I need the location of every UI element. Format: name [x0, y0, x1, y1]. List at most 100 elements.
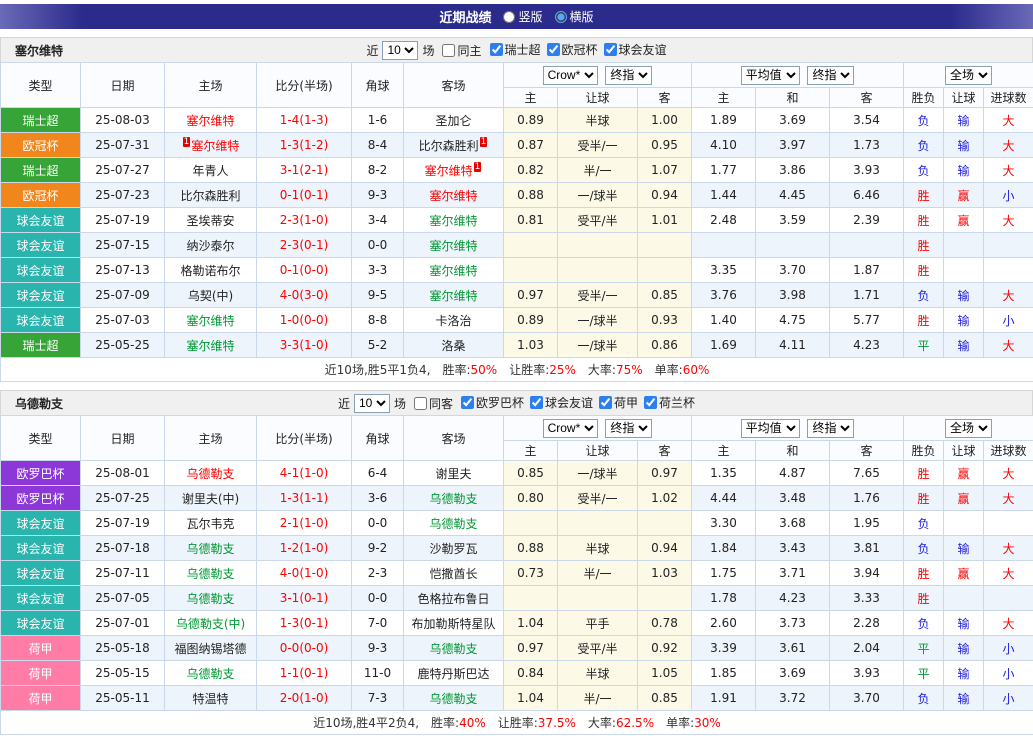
- home-team-cell[interactable]: 格勒诺布尔: [165, 258, 257, 283]
- away-team-cell[interactable]: 谢里夫: [404, 461, 504, 486]
- odds-away-cell: 1.01: [638, 208, 692, 233]
- match-count-select[interactable]: 10: [354, 394, 390, 413]
- league-filter-checkbox[interactable]: 欧罗巴杯: [455, 394, 524, 411]
- goals-result-cell: [984, 511, 1033, 536]
- odds-handicap-cell: 半/一: [558, 686, 638, 711]
- home-team-cell[interactable]: 乌德勒支: [165, 461, 257, 486]
- away-team-cell[interactable]: 圣加仑: [404, 108, 504, 133]
- odds-handicap-cell: 半球: [558, 536, 638, 561]
- away-team-cell[interactable]: 卡洛治: [404, 308, 504, 333]
- league-filter-checkbox[interactable]: 瑞士超: [484, 41, 541, 58]
- away-team-cell[interactable]: 洛桑: [404, 333, 504, 358]
- odds-company-select[interactable]: Crow*: [543, 66, 598, 85]
- avg-home-cell: 1.91: [692, 686, 756, 711]
- away-team-cell[interactable]: 塞尔维特: [404, 283, 504, 308]
- away-team-cell[interactable]: 乌德勒支: [404, 686, 504, 711]
- home-team-cell[interactable]: 比尔森胜利: [165, 183, 257, 208]
- home-team-cell[interactable]: 瓦尔韦克: [165, 511, 257, 536]
- league-checkbox-input[interactable]: [547, 43, 560, 56]
- avg-stage-select[interactable]: 终指: [807, 66, 854, 85]
- away-team-cell[interactable]: 塞尔维特: [404, 258, 504, 283]
- layout-radio[interactable]: [503, 11, 515, 23]
- venue-filter-checkbox[interactable]: 同主: [436, 42, 481, 59]
- handicap-result-cell: 输: [944, 108, 984, 133]
- team-text: 谢里夫(中): [182, 492, 239, 506]
- league-checkbox-input[interactable]: [599, 396, 612, 409]
- home-team-cell[interactable]: 塞尔维特: [165, 333, 257, 358]
- away-team-cell[interactable]: 色格拉布鲁日: [404, 586, 504, 611]
- corner-cell: 6-4: [352, 461, 404, 486]
- away-team-cell[interactable]: 塞尔维特1: [404, 158, 504, 183]
- home-team-cell[interactable]: 塞尔维特: [165, 308, 257, 333]
- away-team-cell[interactable]: 乌德勒支: [404, 486, 504, 511]
- league-checkbox-input[interactable]: [530, 396, 543, 409]
- away-team-cell[interactable]: 沙勒罗瓦: [404, 536, 504, 561]
- league-filter-checkbox[interactable]: 荷甲: [593, 394, 638, 411]
- odds-company-select[interactable]: Crow*: [543, 419, 598, 438]
- league-checkbox-input[interactable]: [644, 396, 657, 409]
- avg-home-cell: 1.69: [692, 333, 756, 358]
- league-filter-checkbox[interactable]: 欧冠杯: [541, 41, 598, 58]
- goals-result-cell: 小: [984, 686, 1033, 711]
- league-checkbox-input[interactable]: [461, 396, 474, 409]
- result-col: 胜负: [904, 88, 944, 108]
- result-cell: 负: [904, 283, 944, 308]
- handicap-result-cell: 输: [944, 133, 984, 158]
- home-team-cell[interactable]: 乌契(中): [165, 283, 257, 308]
- avg-home-cell: 4.44: [692, 486, 756, 511]
- away-team-cell[interactable]: 乌德勒支: [404, 636, 504, 661]
- league-checkbox-input[interactable]: [604, 43, 617, 56]
- away-team-cell[interactable]: 恺撒酋长: [404, 561, 504, 586]
- home-team-cell[interactable]: 乌德勒支: [165, 586, 257, 611]
- layout-radio[interactable]: [555, 11, 567, 23]
- home-team-cell[interactable]: 特温特: [165, 686, 257, 711]
- odds-stage-select[interactable]: 终指: [605, 419, 652, 438]
- avg-away-cell: 1.71: [830, 283, 904, 308]
- goals-result-cell: 小: [984, 308, 1033, 333]
- home-team-cell[interactable]: 圣埃蒂安: [165, 208, 257, 233]
- odds-home-cell: [504, 258, 558, 283]
- home-team-cell[interactable]: 谢里夫(中): [165, 486, 257, 511]
- odds-stage-select[interactable]: 终指: [605, 66, 652, 85]
- score-cell: 2-1(1-0): [257, 511, 352, 536]
- away-team-cell[interactable]: 鹿特丹斯巴达: [404, 661, 504, 686]
- scope-select[interactable]: 全场: [945, 66, 992, 85]
- avg-stage-select[interactable]: 终指: [807, 419, 854, 438]
- layout-option-vertical[interactable]: 竖版: [503, 8, 542, 25]
- home-team-cell[interactable]: 乌德勒支: [165, 561, 257, 586]
- euro-odds-header: 平均值 终指: [692, 63, 904, 88]
- match-count-select[interactable]: 10: [382, 41, 418, 60]
- away-team-cell[interactable]: 比尔森胜利1: [404, 133, 504, 158]
- away-team-cell[interactable]: 布加勒斯特星队: [404, 611, 504, 636]
- home-team-cell[interactable]: 乌德勒支: [165, 661, 257, 686]
- home-team-cell[interactable]: 纳沙泰尔: [165, 233, 257, 258]
- score-cell: 3-3(1-0): [257, 333, 352, 358]
- venue-filter-checkbox[interactable]: 同客: [408, 395, 453, 412]
- home-team-cell[interactable]: 乌德勒支: [165, 536, 257, 561]
- home-team-cell[interactable]: 塞尔维特: [165, 108, 257, 133]
- scope-select[interactable]: 全场: [945, 419, 992, 438]
- league-filter-checkbox[interactable]: 球会友谊: [598, 41, 667, 58]
- home-team-cell[interactable]: 年青人: [165, 158, 257, 183]
- venue-checkbox-input[interactable]: [414, 397, 427, 410]
- league-filter-checkbox[interactable]: 荷兰杯: [638, 394, 695, 411]
- home-team-cell[interactable]: 福图纳锡塔德: [165, 636, 257, 661]
- home-team-cell[interactable]: 乌德勒支(中): [165, 611, 257, 636]
- avg-odds-select[interactable]: 平均值: [741, 419, 800, 438]
- layout-option-horizontal[interactable]: 横版: [555, 8, 594, 25]
- team-text: 卡洛治: [435, 314, 471, 328]
- home-team-cell[interactable]: 1塞尔维特: [165, 133, 257, 158]
- avg-odds-select[interactable]: 平均值: [741, 66, 800, 85]
- odds-home-cell: 0.89: [504, 308, 558, 333]
- away-team-cell[interactable]: 乌德勒支: [404, 511, 504, 536]
- league-filter-checkbox[interactable]: 球会友谊: [524, 394, 593, 411]
- goals-result-cell: 大: [984, 461, 1033, 486]
- away-team-cell[interactable]: 塞尔维特: [404, 233, 504, 258]
- league-checkbox-input[interactable]: [490, 43, 503, 56]
- handicap-result-cell: 输: [944, 158, 984, 183]
- match-row: 球会友谊25-07-18乌德勒支1-2(1-0)9-2沙勒罗瓦0.88半球0.9…: [1, 536, 1033, 561]
- away-team-cell[interactable]: 塞尔维特: [404, 208, 504, 233]
- league-filter-label: 瑞士超: [505, 41, 541, 58]
- away-team-cell[interactable]: 塞尔维特: [404, 183, 504, 208]
- venue-checkbox-input[interactable]: [442, 44, 455, 57]
